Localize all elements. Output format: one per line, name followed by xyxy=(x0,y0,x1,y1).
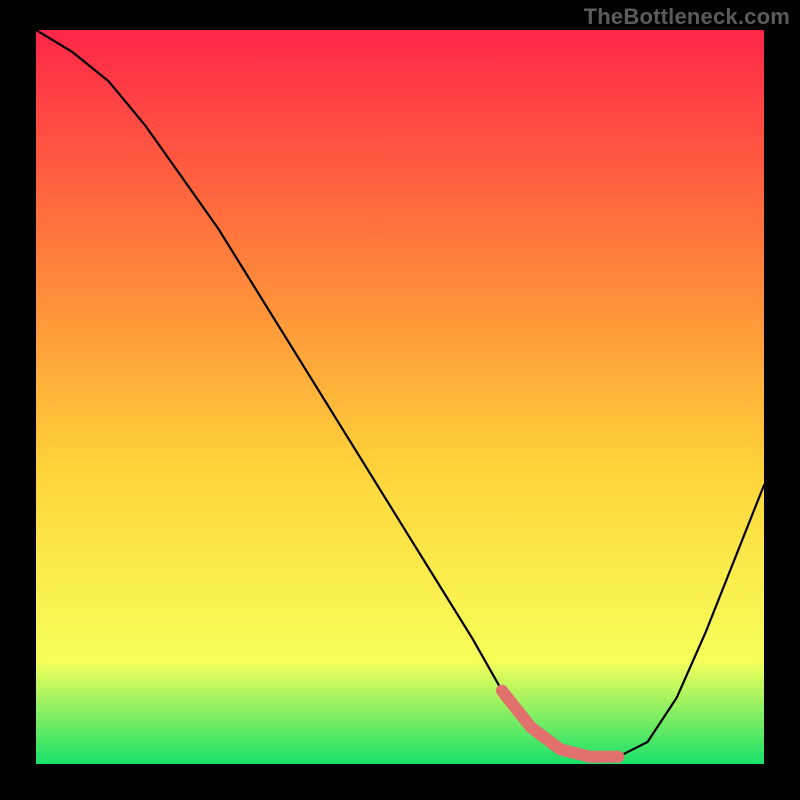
chart-frame: TheBottleneck.com xyxy=(0,0,800,800)
bottleneck-plot xyxy=(36,30,764,764)
gradient-background xyxy=(36,30,764,764)
watermark-text: TheBottleneck.com xyxy=(584,4,790,30)
plot-svg xyxy=(36,30,764,764)
